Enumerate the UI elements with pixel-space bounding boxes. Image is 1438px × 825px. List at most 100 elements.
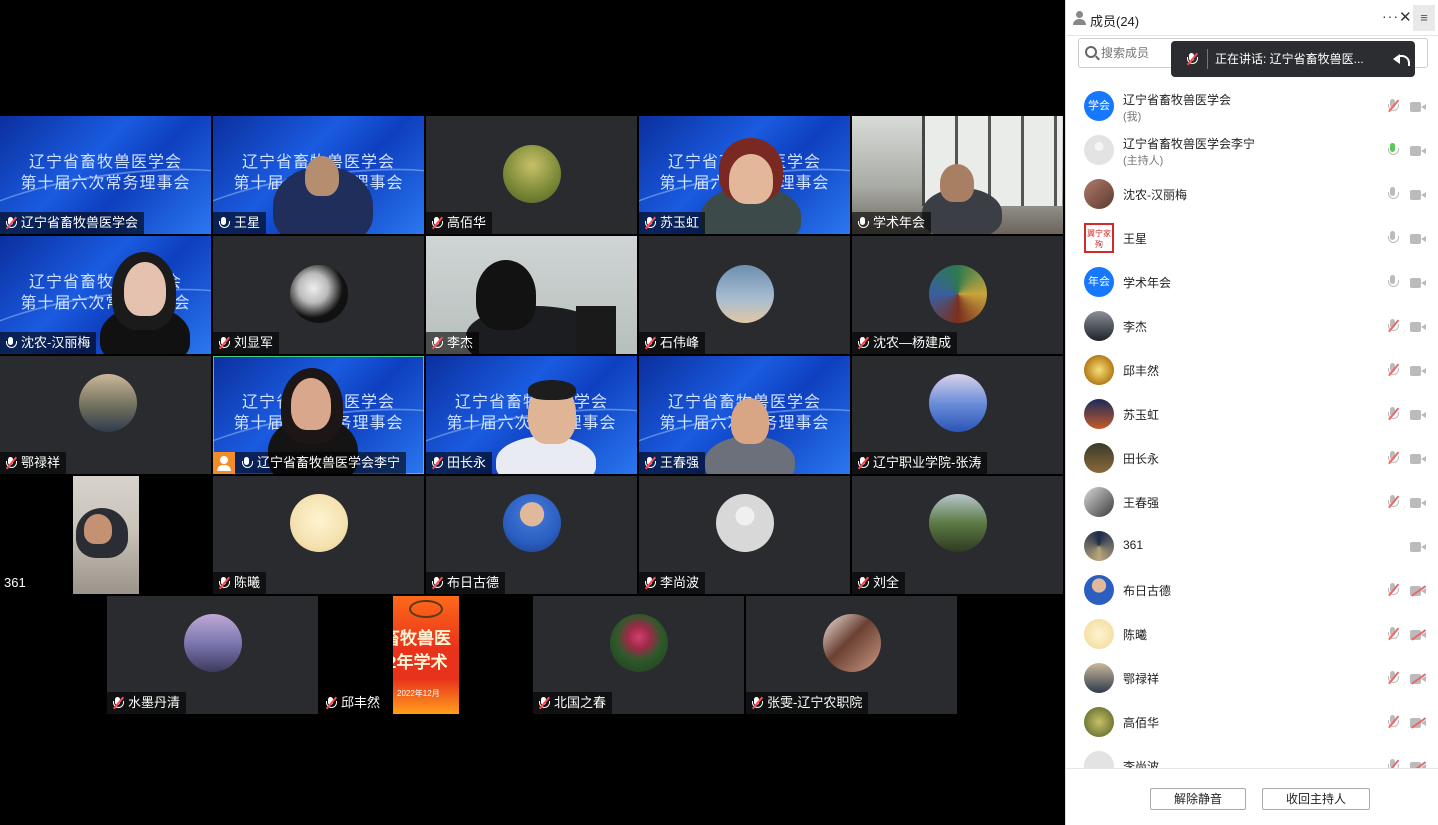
mic-icon[interactable] xyxy=(1386,275,1400,291)
muted-mic-icon[interactable] xyxy=(1386,671,1400,687)
muted-mic-icon[interactable] xyxy=(1386,451,1400,467)
camera-icon[interactable] xyxy=(1410,542,1426,552)
member-row[interactable]: 学会 辽宁省畜牧兽医学会 (我) xyxy=(1066,84,1438,128)
member-name: 苏玉虹 xyxy=(1123,408,1160,422)
video-tile[interactable]: 水墨丹清 xyxy=(107,596,318,714)
member-row[interactable]: 高佰华 xyxy=(1066,700,1438,744)
video-tile[interactable]: 辽宁职业学院-张涛 xyxy=(852,356,1063,474)
reply-icon[interactable] xyxy=(1393,52,1410,66)
video-tile[interactable]: 辽宁省畜牧兽医学会 第十届六次常务理事会 王春强 xyxy=(639,356,850,474)
participant-name: 学术年会 xyxy=(873,215,926,230)
video-tile[interactable]: 陈曦 xyxy=(213,476,424,594)
reclaim-host-button[interactable]: 收回主持人 xyxy=(1262,788,1370,810)
camera-icon[interactable] xyxy=(1410,146,1426,156)
muted-mic-icon[interactable] xyxy=(1386,407,1400,423)
camera-off-icon[interactable] xyxy=(1410,585,1426,597)
member-row[interactable]: 沈农-汉丽梅 xyxy=(1066,172,1438,216)
video-tile[interactable]: 辽宁省畜牧兽医学会 第十届六次常务理事会 辽宁省畜牧兽医学会 xyxy=(0,116,211,234)
muted-mic-icon xyxy=(324,696,338,710)
member-avatar xyxy=(1084,355,1114,385)
muted-mic-icon xyxy=(430,216,444,230)
member-row[interactable]: 布日古德 xyxy=(1066,568,1438,612)
member-row[interactable]: 361 xyxy=(1066,524,1438,568)
video-tile[interactable]: 石伟峰 xyxy=(639,236,850,354)
member-row[interactable]: 苏玉虹 xyxy=(1066,392,1438,436)
camera-icon[interactable] xyxy=(1410,454,1426,464)
video-tile[interactable]: 北国之春 xyxy=(533,596,744,714)
video-tile[interactable]: 李尚波 xyxy=(639,476,850,594)
muted-mic-icon[interactable] xyxy=(1386,627,1400,643)
video-tile[interactable]: 刘全 xyxy=(852,476,1063,594)
muted-mic-icon[interactable] xyxy=(1386,583,1400,599)
participant-avatar xyxy=(929,265,987,323)
video-tile[interactable]: 辽宁省畜牧兽医学会 第十届六次常务理事会 沈农-汉丽梅 xyxy=(0,236,211,354)
camera-icon[interactable] xyxy=(1410,278,1426,288)
video-tile[interactable]: 学术年会 xyxy=(852,116,1063,234)
video-tile[interactable]: 辽宁省畜牧兽医学会 第十届六次常务理事会 王星 xyxy=(213,116,424,234)
muted-mic-icon xyxy=(111,696,125,710)
video-tile[interactable]: 鄂禄祥 xyxy=(0,356,211,474)
more-options-button[interactable]: ··· xyxy=(1382,8,1399,24)
video-tile[interactable]: 畜牧兽医 2年学术 2022年12月 邱丰然 xyxy=(320,596,531,714)
member-row[interactable]: 邱丰然 xyxy=(1066,348,1438,392)
participant-nameplate: 刘显军 xyxy=(213,332,280,354)
member-name: 学术年会 xyxy=(1123,276,1172,290)
member-row[interactable]: 辽宁省畜牧兽医学会李宁 (主持人) xyxy=(1066,128,1438,172)
member-row[interactable]: 王春强 xyxy=(1066,480,1438,524)
muted-mic-icon[interactable] xyxy=(1386,715,1400,731)
member-row[interactable]: 田长永 xyxy=(1066,436,1438,480)
members-count-title: 成员(24) xyxy=(1090,14,1140,29)
mic-icon[interactable] xyxy=(1386,231,1400,247)
video-tile[interactable]: 布日古德 xyxy=(426,476,637,594)
muted-mic-icon[interactable] xyxy=(1386,759,1400,768)
participant-nameplate: 苏玉虹 xyxy=(639,212,706,234)
muted-mic-icon[interactable] xyxy=(1386,495,1400,511)
camera-icon[interactable] xyxy=(1410,102,1426,112)
video-tile[interactable]: 李杰 xyxy=(426,236,637,354)
participant-name: 北国之春 xyxy=(554,695,607,710)
member-role: (主持人) xyxy=(1123,155,1164,167)
camera-icon[interactable] xyxy=(1410,410,1426,420)
video-tile[interactable]: 361 xyxy=(0,476,211,594)
member-row[interactable]: 翼宁家殉 王星 xyxy=(1066,216,1438,260)
participant-video xyxy=(729,154,773,204)
muted-mic-icon[interactable] xyxy=(1386,99,1400,115)
muted-mic-icon xyxy=(430,336,444,350)
camera-icon[interactable] xyxy=(1410,234,1426,244)
camera-off-icon[interactable] xyxy=(1410,717,1426,729)
mic-icon[interactable] xyxy=(1386,187,1400,203)
muted-mic-icon[interactable] xyxy=(1386,319,1400,335)
member-row[interactable]: 李尚波 xyxy=(1066,744,1438,768)
member-list[interactable]: 学会 辽宁省畜牧兽医学会 (我) 辽宁省畜牧兽医学会李宁 (主持人) 沈农-汉丽… xyxy=(1066,84,1438,768)
member-avatar: 年会 xyxy=(1084,267,1114,297)
camera-icon[interactable] xyxy=(1410,498,1426,508)
mic-icon xyxy=(4,336,18,350)
member-row[interactable]: 陈曦 xyxy=(1066,612,1438,656)
speaking-mic-icon[interactable] xyxy=(1386,143,1400,159)
video-tile-active-speaker[interactable]: 辽宁省畜牧兽医学会 第十届六次常务理事会 辽宁省畜牧兽医学会李宁 xyxy=(213,356,424,474)
video-tile[interactable]: 刘显军 xyxy=(213,236,424,354)
camera-off-icon[interactable] xyxy=(1410,673,1426,685)
close-panel-button[interactable]: ✕ xyxy=(1399,8,1412,26)
participant-name: 陈曦 xyxy=(234,575,261,590)
video-tile[interactable]: 辽宁省畜牧兽医学会 第十届六次常务理事会 苏玉虹 xyxy=(639,116,850,234)
user-icon xyxy=(1072,11,1086,25)
member-row[interactable]: 年会 学术年会 xyxy=(1066,260,1438,304)
camera-icon[interactable] xyxy=(1410,366,1426,376)
member-avatar xyxy=(1084,619,1114,649)
camera-icon[interactable] xyxy=(1410,322,1426,332)
menu-icon[interactable]: ≡ xyxy=(1413,5,1435,31)
unmute-all-button[interactable]: 解除静音 xyxy=(1150,788,1246,810)
member-row[interactable]: 李杰 xyxy=(1066,304,1438,348)
video-tile[interactable]: 沈农—杨建成 xyxy=(852,236,1063,354)
participant-avatar xyxy=(503,145,561,203)
member-row[interactable]: 鄂禄祥 xyxy=(1066,656,1438,700)
muted-mic-icon[interactable] xyxy=(1386,363,1400,379)
host-icon xyxy=(213,452,235,474)
video-tile[interactable]: 张雯-辽宁农职院 xyxy=(746,596,957,714)
camera-off-icon[interactable] xyxy=(1410,629,1426,641)
video-tile[interactable]: 辽宁省畜牧兽医学会 第十届六次常务理事会 田长永 xyxy=(426,356,637,474)
member-name: 辽宁省畜牧兽医学会 xyxy=(1123,93,1232,107)
video-tile[interactable]: 高佰华 xyxy=(426,116,637,234)
camera-icon[interactable] xyxy=(1410,190,1426,200)
